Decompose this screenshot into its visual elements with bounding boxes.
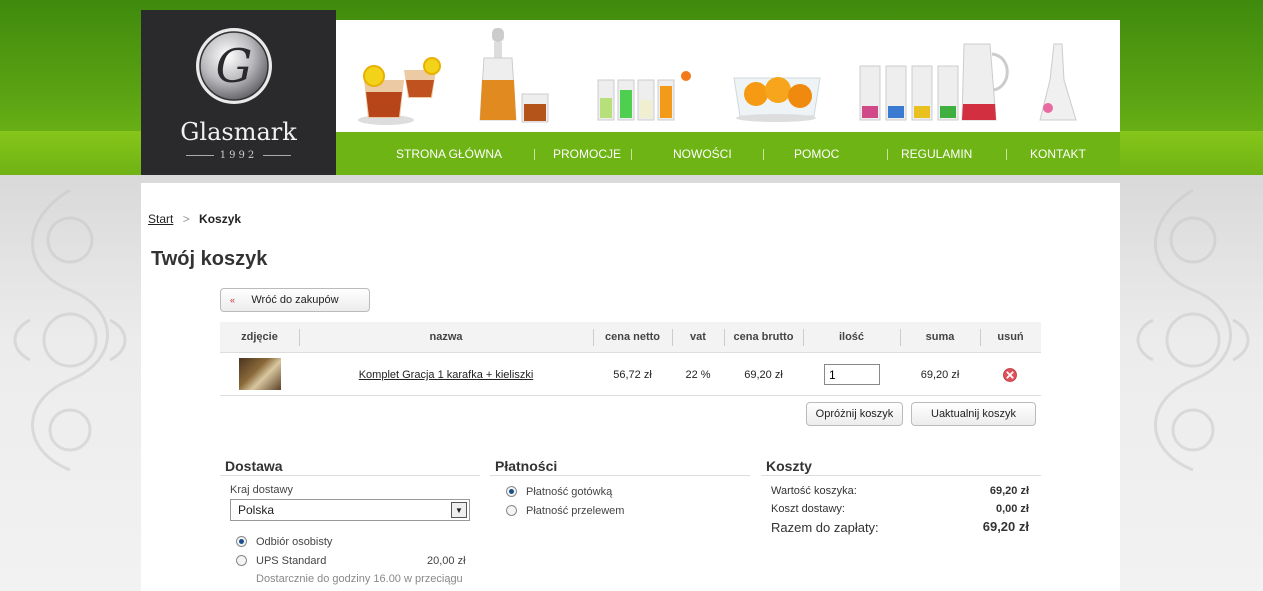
product-thumbnail[interactable]: [239, 358, 281, 390]
costs-section-title: Koszty: [761, 458, 1041, 476]
tea-glasses-icon: [358, 57, 441, 125]
column-header-gross-price: cena brutto: [733, 331, 794, 343]
gross-price-cell: 69,20 zł: [744, 369, 783, 381]
table-row: Komplet Gracja 1 karafka + kieliszki 56,…: [220, 353, 1041, 396]
column-header-net-price: cena netto: [604, 331, 660, 343]
nav-item-contact[interactable]: KONTAKT: [1030, 147, 1086, 161]
svg-text:G: G: [216, 39, 253, 93]
country-label: Kraj dostawy: [230, 484, 293, 496]
delivery-option-ups-note: Dostarcznie do godziny 16.00 w przeciągu: [256, 573, 463, 585]
nav-item-new[interactable]: NOWOŚCI: [673, 147, 732, 161]
update-cart-button[interactable]: Uaktualnij koszyk: [911, 402, 1036, 426]
vase-icon: [1039, 43, 1077, 121]
sum-cell: 69,20 zł: [920, 369, 960, 381]
nav-item-home[interactable]: STRONA GŁÓWNA: [396, 147, 502, 161]
brand-year: 1992: [141, 150, 336, 161]
brand-name: Glasmark: [180, 118, 297, 146]
column-header-sum: suma: [925, 331, 955, 343]
delivery-cost-label: Koszt dostawy:: [771, 503, 845, 515]
payment-option-cash-label[interactable]: Płatność gotówką: [526, 486, 612, 498]
country-select-value: Polska: [238, 503, 275, 517]
empty-cart-button[interactable]: Opróżnij koszyk: [806, 402, 903, 426]
cart-value-label: Wartość koszyka:: [771, 485, 857, 497]
nav-separator: [763, 149, 764, 160]
breadcrumb: Start > Koszyk: [148, 212, 241, 226]
remove-item-icon[interactable]: [1003, 368, 1017, 382]
colored-glasses-icon: [859, 43, 1009, 121]
back-to-shopping-button[interactable]: « Wróć do zakupów: [220, 288, 370, 312]
nav-item-promotions[interactable]: PROMOCJE: [553, 147, 621, 161]
product-name-cell: Komplet Gracja 1 karafka + kieliszki: [299, 369, 593, 381]
total-label: Razem do zapłaty:: [771, 520, 879, 535]
payment-option-transfer-radio[interactable]: [506, 505, 517, 516]
chevron-right-icon: >: [182, 212, 190, 226]
header-banner: [336, 20, 1120, 132]
ornament-left: [13, 188, 127, 472]
decanter-icon: [479, 28, 549, 123]
delivery-option-ups-radio[interactable]: [236, 555, 247, 566]
nav-separator: [534, 149, 535, 160]
main-navigation: STRONA GŁÓWNA PROMOCJE NOWOŚCI POMOC REG…: [336, 132, 1120, 175]
back-arrow-icon: «: [230, 295, 236, 305]
chevron-down-icon[interactable]: ▼: [451, 502, 467, 518]
country-select[interactable]: Polska ▼: [230, 499, 470, 521]
logo[interactable]: G Glasmark 1992: [141, 10, 336, 175]
nav-separator: [631, 149, 632, 160]
payment-option-cash-radio[interactable]: [506, 486, 517, 497]
nav-separator: [887, 149, 888, 160]
net-price-cell: 56,72 zł: [613, 369, 652, 381]
column-header-photo: zdjęcie: [241, 331, 278, 343]
total-value: 69,20 zł: [982, 519, 1029, 534]
product-name-link[interactable]: Komplet Gracja 1 karafka + kieliszki: [359, 369, 534, 381]
delivery-option-ups-price: 20,00 zł: [427, 555, 466, 567]
column-header-quantity: ilość: [838, 331, 865, 343]
vat-cell: 22 %: [685, 369, 711, 381]
delivery-option-pickup-radio[interactable]: [236, 536, 247, 547]
column-header-name: nazwa: [429, 331, 463, 343]
column-header-vat: vat: [690, 331, 706, 343]
nav-separator: [1006, 149, 1007, 160]
cart-table-header: zdjęcie nazwa cena netto vat cena brutto…: [220, 322, 1041, 353]
back-to-shopping-label: Wróć do zakupów: [251, 294, 339, 306]
page-title: Twój koszyk: [151, 248, 268, 270]
fruit-bowl-icon: [733, 77, 821, 122]
nav-item-terms[interactable]: REGULAMIN: [901, 147, 972, 161]
payment-option-transfer-label[interactable]: Płatność przelewem: [526, 505, 624, 517]
ornament-right: [1136, 188, 1250, 472]
breadcrumb-current: Koszyk: [199, 212, 242, 226]
column-header-remove: usuń: [997, 331, 1024, 343]
shot-glasses-icon: [597, 71, 691, 121]
nav-item-help[interactable]: POMOC: [794, 147, 839, 161]
banner-glassware-illustration: [358, 28, 1077, 125]
logo-emblem-icon: G: [196, 28, 272, 104]
main-content: Start > Koszyk Twój koszyk « Wróć do zak…: [141, 183, 1120, 591]
breadcrumb-start-link[interactable]: Start: [148, 212, 173, 226]
delivery-cost: 0,00 zł: [995, 503, 1029, 515]
quantity-input[interactable]: [824, 364, 880, 385]
cart-value: 69,20 zł: [989, 485, 1029, 497]
delivery-option-pickup-label[interactable]: Odbiór osobisty: [256, 536, 332, 548]
delivery-section-title: Dostawa: [220, 458, 480, 476]
payment-section-title: Płatności: [490, 458, 750, 476]
delivery-option-ups-label[interactable]: UPS Standard: [256, 555, 326, 567]
